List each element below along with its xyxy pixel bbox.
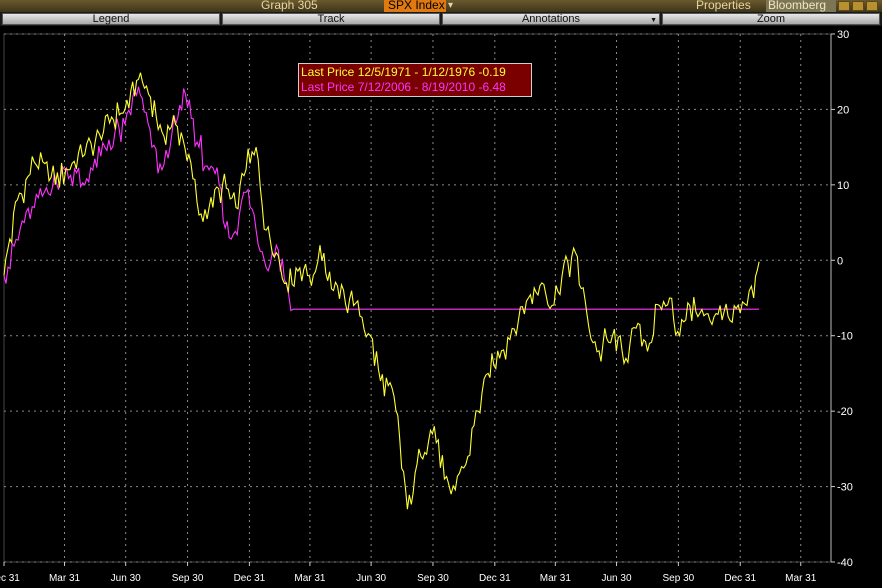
x-tick-label: Sep 30 bbox=[663, 573, 695, 584]
chevron-down-icon[interactable]: ▼ bbox=[650, 15, 657, 26]
tab-zoom-label: Zoom bbox=[756, 13, 786, 25]
chevron-down-icon[interactable]: ▾ bbox=[448, 0, 453, 11]
grid bbox=[3, 33, 832, 563]
graph-title: Graph 305 bbox=[261, 0, 318, 12]
y-tick-label: -10 bbox=[837, 331, 853, 343]
title-bar: Graph 305 SPX Index ▾ Properties Bloombe… bbox=[0, 0, 882, 12]
y-tick-label: 0 bbox=[837, 255, 843, 267]
x-tick-label: Jun 30 bbox=[356, 573, 386, 584]
brand-text: Bloomberg bbox=[768, 0, 827, 12]
x-tick-label: Mar 31 bbox=[294, 573, 326, 584]
x-tick-label: Dec 31 bbox=[0, 573, 20, 584]
plot-area bbox=[3, 33, 832, 563]
x-tick-label: Mar 31 bbox=[785, 573, 817, 584]
tab-track-label: Track bbox=[317, 13, 345, 25]
legend-entry-b: Last Price 7/12/2006 - 8/19/2010 -6.48 bbox=[301, 80, 506, 94]
tab-legend[interactable]: Legend bbox=[2, 13, 220, 25]
tab-bar: Legend Track Annotations ▼ Zoom bbox=[0, 12, 882, 26]
x-tick-label: Dec 31 bbox=[234, 573, 266, 584]
y-tick-label: -20 bbox=[837, 406, 853, 418]
tab-annotations-label: Annotations bbox=[521, 13, 581, 25]
x-tick-label: Sep 30 bbox=[172, 573, 204, 584]
tab-legend-label: Legend bbox=[92, 13, 130, 25]
ticker-label[interactable]: SPX Index bbox=[384, 0, 446, 12]
x-tick-label: Dec 31 bbox=[724, 573, 756, 584]
minimize-icon[interactable] bbox=[838, 1, 850, 11]
chart-legend[interactable]: Last Price 12/5/1971 - 1/12/1976 -0.19 L… bbox=[298, 63, 532, 97]
tab-zoom[interactable]: Zoom bbox=[662, 13, 880, 25]
y-tick-label: 30 bbox=[837, 29, 849, 41]
close-icon[interactable] bbox=[866, 1, 878, 11]
x-tick-label: Jun 30 bbox=[602, 573, 632, 584]
x-tick-label: Dec 31 bbox=[479, 573, 511, 584]
y-axis: 30 20 10 0 -10 -20 -30 -40 bbox=[830, 29, 853, 569]
ticker-text: SPX Index bbox=[388, 0, 445, 12]
brand-badge: Bloomberg bbox=[766, 0, 836, 12]
x-tick-label: Sep 30 bbox=[417, 573, 449, 584]
x-tick-label: Mar 31 bbox=[540, 573, 572, 584]
y-tick-label: -40 bbox=[837, 557, 853, 569]
maximize-icon[interactable] bbox=[852, 1, 864, 11]
y-tick-label: -30 bbox=[837, 482, 853, 494]
x-axis: Dec 31 Mar 31 Jun 30 Sep 30 Dec 31 Mar 31 Jun … bbox=[0, 562, 817, 584]
y-tick-label: 10 bbox=[837, 180, 849, 192]
line-chart[interactable]: Dec 31 Mar 31 Jun 30 Sep 30 Dec 31 Mar 31 Jun … bbox=[0, 26, 882, 588]
tab-track[interactable]: Track bbox=[222, 13, 440, 25]
x-tick-label: Jun 30 bbox=[111, 573, 141, 584]
legend-entry-a: Last Price 12/5/1971 - 1/12/1976 -0.19 bbox=[301, 65, 506, 79]
properties-menu[interactable]: Properties bbox=[696, 0, 751, 12]
y-tick-label: 20 bbox=[837, 104, 849, 116]
tab-annotations[interactable]: Annotations ▼ bbox=[442, 13, 660, 25]
x-tick-label: Mar 31 bbox=[49, 573, 81, 584]
